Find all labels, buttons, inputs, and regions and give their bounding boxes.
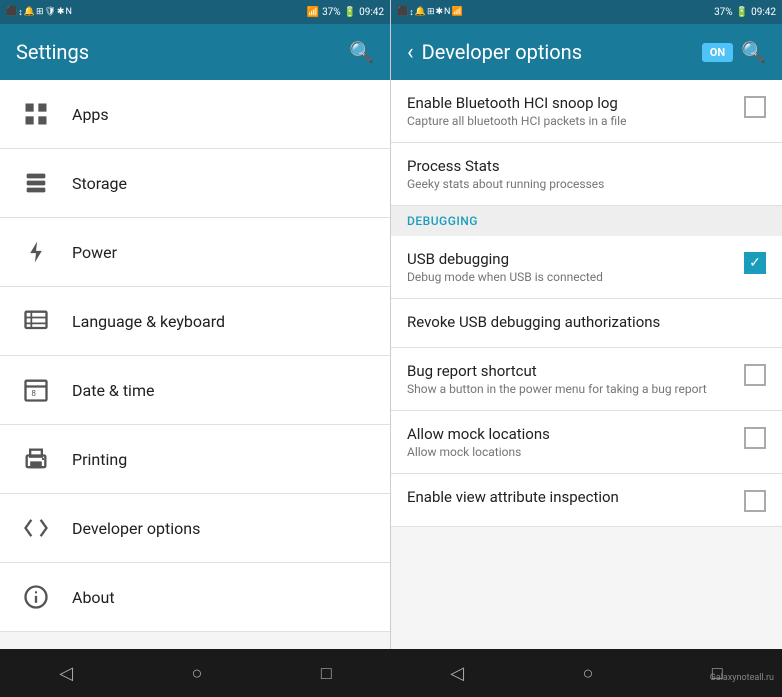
right-status-icons: ⬛↕🔔⊞✱N📶 bbox=[397, 7, 463, 18]
dev-item-bug-report[interactable]: Bug report shortcut Show a button in the… bbox=[391, 348, 782, 411]
left-back-button[interactable]: ◁ bbox=[59, 663, 73, 684]
left-time: 09:42 bbox=[359, 7, 384, 18]
dev-options-list: Enable Bluetooth HCI snoop log Capture a… bbox=[391, 80, 782, 649]
mock-locations-subtitle: Allow mock locations bbox=[407, 445, 736, 459]
bug-report-subtitle: Show a button in the power menu for taki… bbox=[407, 382, 736, 396]
left-signal: 📶 bbox=[307, 7, 319, 18]
back-button[interactable]: ‹ bbox=[407, 40, 414, 65]
dev-item-usb-debugging[interactable]: USB debugging Debug mode when USB is con… bbox=[391, 236, 782, 299]
dev-item-bluetooth-hci[interactable]: Enable Bluetooth HCI snoop log Capture a… bbox=[391, 80, 782, 143]
mock-locations-checkbox[interactable] bbox=[744, 427, 766, 449]
bluetooth-hci-title: Enable Bluetooth HCI snoop log bbox=[407, 94, 736, 112]
svg-text:8: 8 bbox=[31, 388, 36, 398]
view-attribute-checkbox[interactable] bbox=[744, 490, 766, 512]
view-attribute-title: Enable view attribute inspection bbox=[407, 488, 736, 506]
language-icon bbox=[16, 301, 56, 341]
mock-locations-text: Allow mock locations Allow mock location… bbox=[407, 425, 744, 459]
bug-report-title: Bug report shortcut bbox=[407, 362, 736, 380]
left-battery-pct: 37% bbox=[322, 7, 341, 18]
settings-item-power[interactable]: Power bbox=[0, 218, 390, 287]
debugging-section-header: DEBUGGING bbox=[391, 206, 782, 236]
left-nav-bar: ◁ ○ □ bbox=[0, 649, 391, 697]
usb-debugging-subtitle: Debug mode when USB is connected bbox=[407, 270, 736, 284]
language-label: Language & keyboard bbox=[72, 312, 225, 331]
settings-item-storage[interactable]: Storage bbox=[0, 149, 390, 218]
bluetooth-hci-text: Enable Bluetooth HCI snoop log Capture a… bbox=[407, 94, 744, 128]
left-home-button[interactable]: ○ bbox=[192, 663, 203, 684]
mock-locations-title: Allow mock locations bbox=[407, 425, 736, 443]
left-status-bar: ⬛↕🔔⊞🛡✱N 📶 37% 🔋 09:42 bbox=[0, 0, 390, 24]
developer-label: Developer options bbox=[72, 519, 200, 538]
view-attribute-text: Enable view attribute inspection bbox=[407, 488, 744, 508]
right-battery-icon: 🔋 bbox=[736, 7, 748, 18]
dev-item-process-stats[interactable]: Process Stats Geeky stats about running … bbox=[391, 143, 782, 206]
right-time: 09:42 bbox=[751, 7, 776, 18]
settings-list: Apps Storage Power Languag bbox=[0, 80, 390, 649]
right-home-button[interactable]: ○ bbox=[583, 663, 594, 684]
left-search-icon[interactable]: 🔍 bbox=[349, 40, 374, 64]
about-label: About bbox=[72, 588, 115, 607]
process-stats-title: Process Stats bbox=[407, 157, 758, 175]
left-status-right: 📶 37% 🔋 09:42 bbox=[307, 7, 384, 18]
right-back-button[interactable]: ◁ bbox=[450, 663, 464, 684]
right-search-icon[interactable]: 🔍 bbox=[741, 40, 766, 64]
right-toolbar: ‹ Developer options ON 🔍 bbox=[391, 24, 782, 80]
bluetooth-hci-checkbox[interactable] bbox=[744, 96, 766, 118]
settings-item-developer[interactable]: Developer options bbox=[0, 494, 390, 563]
bluetooth-hci-subtitle: Capture all bluetooth HCI packets in a f… bbox=[407, 114, 736, 128]
printing-label: Printing bbox=[72, 450, 127, 469]
usb-debugging-checkbox[interactable]: ✓ bbox=[744, 252, 766, 274]
usb-debugging-text: USB debugging Debug mode when USB is con… bbox=[407, 250, 744, 284]
left-toolbar: Settings 🔍 bbox=[0, 24, 390, 80]
process-stats-subtitle: Geeky stats about running processes bbox=[407, 177, 758, 191]
revoke-usb-text: Revoke USB debugging authorizations bbox=[407, 313, 766, 333]
developer-icon bbox=[16, 508, 56, 548]
left-toolbar-icons: 🔍 bbox=[349, 40, 374, 64]
left-battery-icon: 🔋 bbox=[344, 7, 356, 18]
storage-label: Storage bbox=[72, 174, 127, 193]
dev-item-view-attribute[interactable]: Enable view attribute inspection bbox=[391, 474, 782, 527]
left-toolbar-title: Settings bbox=[16, 40, 89, 64]
storage-icon bbox=[16, 163, 56, 203]
power-icon bbox=[16, 232, 56, 272]
right-status-bar: ⬛↕🔔⊞✱N📶 37% 🔋 09:42 bbox=[391, 0, 782, 24]
about-icon bbox=[16, 577, 56, 617]
on-toggle[interactable]: ON bbox=[702, 43, 733, 62]
process-stats-text: Process Stats Geeky stats about running … bbox=[407, 157, 766, 191]
settings-item-language[interactable]: Language & keyboard bbox=[0, 287, 390, 356]
left-status-icons: ⬛↕🔔⊞🛡✱N bbox=[6, 7, 72, 18]
datetime-label: Date & time bbox=[72, 381, 154, 400]
right-battery-pct: 37% bbox=[714, 7, 733, 18]
watermark: Galaxynoteall.ru bbox=[710, 673, 774, 683]
right-toolbar-title: Developer options bbox=[422, 40, 582, 64]
settings-item-printing[interactable]: Printing bbox=[0, 425, 390, 494]
power-label: Power bbox=[72, 243, 117, 262]
left-recents-button[interactable]: □ bbox=[321, 663, 332, 684]
right-status-right: 37% 🔋 09:42 bbox=[714, 7, 776, 18]
printing-icon bbox=[16, 439, 56, 479]
right-toolbar-right: ON 🔍 bbox=[702, 40, 766, 64]
dev-item-mock-locations[interactable]: Allow mock locations Allow mock location… bbox=[391, 411, 782, 474]
bug-report-text: Bug report shortcut Show a button in the… bbox=[407, 362, 744, 396]
dev-item-revoke-usb[interactable]: Revoke USB debugging authorizations bbox=[391, 299, 782, 348]
datetime-icon: 8 bbox=[16, 370, 56, 410]
apps-label: Apps bbox=[72, 105, 109, 124]
usb-debugging-title: USB debugging bbox=[407, 250, 736, 268]
revoke-usb-title: Revoke USB debugging authorizations bbox=[407, 313, 758, 331]
settings-item-about[interactable]: About bbox=[0, 563, 390, 632]
settings-item-datetime[interactable]: 8 Date & time bbox=[0, 356, 390, 425]
bug-report-checkbox[interactable] bbox=[744, 364, 766, 386]
settings-item-apps[interactable]: Apps bbox=[0, 80, 390, 149]
apps-icon bbox=[16, 94, 56, 134]
